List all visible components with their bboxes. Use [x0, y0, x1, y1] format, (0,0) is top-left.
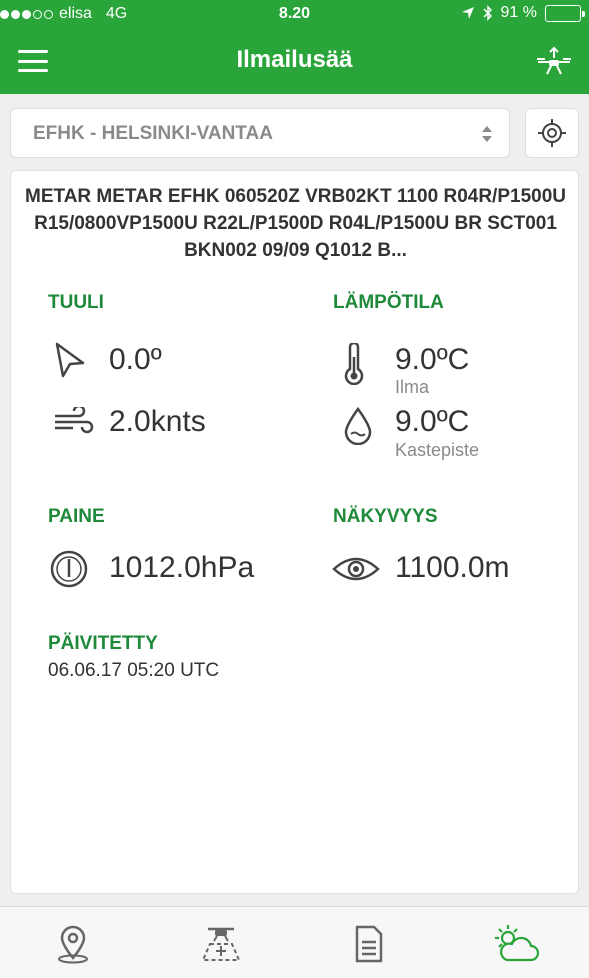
wind-label: TUULI	[48, 292, 104, 313]
tab-bar	[0, 906, 589, 978]
tab-map[interactable]	[48, 921, 98, 967]
page-title: Ilmailusää	[236, 46, 353, 73]
visibility-value: 1100.0m	[395, 551, 510, 584]
dew-point-drop-icon	[344, 407, 372, 445]
drone-area-icon	[201, 927, 241, 961]
pressure-value: 1012.0hPa	[109, 551, 255, 584]
select-arrows-icon	[482, 126, 492, 142]
location-arrow-icon	[461, 7, 474, 19]
pressure-label: PAINE	[48, 506, 105, 527]
drone-icon[interactable]	[535, 44, 573, 78]
status-right: 91 %	[461, 4, 585, 22]
document-icon	[355, 925, 383, 963]
metar-text: METAR METAR EFHK 060520Z VRB02KT 1100 R0…	[25, 186, 566, 261]
weather-icon	[495, 925, 539, 962]
tab-weather[interactable]	[490, 921, 540, 967]
battery-percent: 91 %	[500, 4, 537, 21]
dew-point-value: 9.0ºC	[395, 405, 470, 438]
tab-document[interactable]	[344, 921, 394, 967]
wind-icon	[55, 407, 94, 434]
map-pin-icon	[58, 925, 88, 964]
barometer-icon	[50, 550, 88, 588]
visibility-label: NÄKYVYYS	[333, 506, 438, 527]
wind-direction-value: 0.0º	[109, 343, 162, 376]
temperature-label: LÄMPÖTILA	[333, 292, 444, 313]
wind-speed-value: 2.0knts	[109, 405, 206, 438]
bluetooth-icon	[483, 5, 492, 21]
station-select[interactable]: EFHK - HELSINKI-VANTAA	[10, 108, 510, 158]
air-temperature-value: 9.0ºC	[395, 343, 470, 376]
weather-card: METAR METAR EFHK 060520Z VRB02KT 1100 R0…	[10, 170, 579, 894]
dew-point-label: Kastepiste	[395, 440, 480, 460]
thermometer-icon	[344, 343, 364, 385]
locate-button[interactable]	[525, 108, 579, 158]
battery-icon	[545, 4, 585, 22]
wind-direction-arrow-icon	[55, 342, 85, 378]
updated-label: PÄIVITETTY	[48, 633, 158, 654]
updated-value: 06.06.17 05:20 UTC	[48, 660, 220, 681]
station-selected-value: EFHK - HELSINKI-VANTAA	[33, 123, 273, 144]
crosshair-icon	[538, 119, 566, 147]
status-bar: elisa 4G 8.20 91 %	[0, 0, 589, 30]
eye-icon	[332, 557, 380, 581]
tab-drone-area[interactable]	[196, 921, 246, 967]
air-temperature-label: Ilma	[395, 377, 430, 397]
top-bar: elisa 4G 8.20 91 % Ilmailusää	[0, 0, 589, 94]
nav-bar: Ilmailusää	[0, 30, 589, 94]
